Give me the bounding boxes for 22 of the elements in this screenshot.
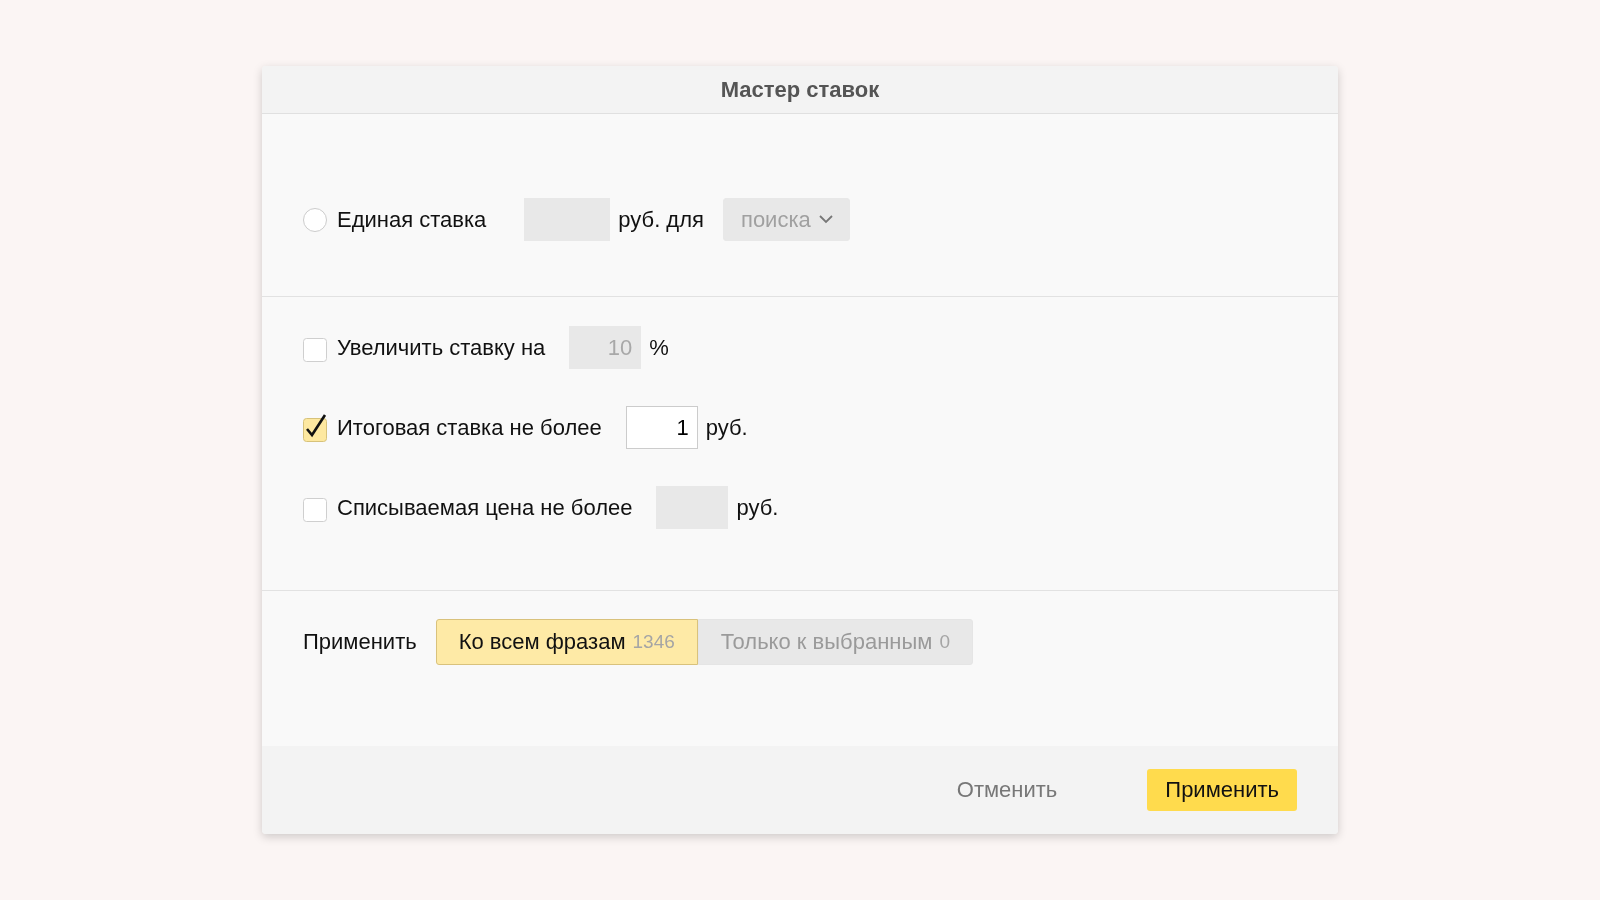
unit-label: руб. [736,494,779,521]
unit-label: руб. [705,414,748,441]
toggle-label: Только к выбранным [720,629,933,655]
radio-button[interactable] [303,207,327,232]
checkbox[interactable] [303,413,327,442]
cancel-button[interactable]: Отменить [938,769,1076,811]
scope-toggle[interactable]: Только к выбранным 0 [697,619,973,665]
chevron-down-icon [818,215,833,224]
amount-input[interactable]: 1 [625,406,698,449]
unit-label: % [649,334,669,361]
option-label: Увеличить ставку на [337,334,546,361]
unit-label: руб. для [618,206,704,233]
phrase-count: 1346 [632,631,675,653]
toggle-label: Ко всем фразам [458,629,626,655]
apply-label: Применить [303,629,417,655]
option-label: Итоговая ставка не более [337,414,602,441]
option-label: Списываемая цена не более [337,494,633,521]
scope-toggle[interactable]: Ко всем фразам 1346 [435,619,698,665]
radio-label: Единая ставка [337,206,487,233]
dialog-title: Мастер ставок [262,66,1338,114]
apply-button[interactable]: Применить [1147,769,1297,811]
phrase-count: 0 [939,631,950,653]
